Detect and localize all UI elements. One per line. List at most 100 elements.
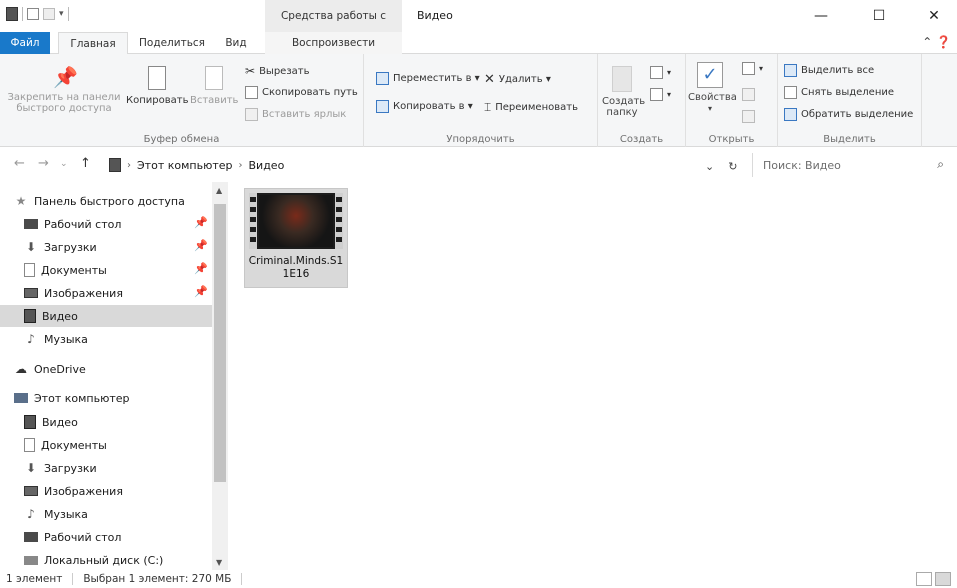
copy-to-button[interactable]: Копировать в ▾ [376,100,473,113]
status-bar: 1 элемент Выбран 1 элемент: 270 МБ [0,570,957,588]
search-input[interactable]: Поиск: Видео ⌕ [752,153,950,177]
nav-pc-music[interactable]: ♪ Музыка [0,503,212,525]
search-icon[interactable]: ⌕ [937,157,944,172]
tab-file[interactable]: Файл [0,32,50,54]
new-folder-qat-icon[interactable] [43,8,55,20]
move-to-button[interactable]: Переместить в ▾ [376,72,480,85]
breadcrumb-chevron-icon-2[interactable]: › [239,160,243,171]
address-bar[interactable]: › Этот компьютер › Видео [103,153,750,177]
nav-quick-access[interactable]: ★ Панель быстрого доступа [0,190,212,212]
nav-quick-videos[interactable]: Видео [0,305,212,327]
nav-onedrive[interactable]: ☁ OneDrive [0,358,212,380]
edit-button[interactable] [742,88,755,101]
select-none-button[interactable]: Снять выделение [784,86,894,99]
copy-path-label: Скопировать путь [262,87,358,98]
nav-pc-desktop-label: Рабочий стол [44,530,122,544]
nav-pc-pictures[interactable]: Изображения [0,480,212,502]
nav-quick-music[interactable]: ♪ Музыка [0,328,212,350]
ribbon: 📌 Закрепить на панели быстрого доступа К… [0,54,957,147]
easy-access-button[interactable]: ▾ [650,88,671,101]
film-strip-right [335,193,343,249]
history-button[interactable] [742,110,755,123]
close-button[interactable]: ✕ [911,0,957,32]
paste-button[interactable]: Вставить [190,66,238,106]
pin-icon[interactable]: 📌 [194,239,208,252]
up-arrow-icon[interactable]: ↑ [80,156,91,171]
document-icon [24,263,35,277]
nav-pc-music-label: Музыка [44,507,88,521]
cloud-icon: ☁ [15,362,27,376]
forward-arrow-icon[interactable]: → [38,156,49,171]
pin-icon[interactable]: 📌 [194,216,208,229]
nav-pc-downloads[interactable]: ⬇ Загрузки [0,457,212,479]
nav-pc-local-disk[interactable]: Локальный диск (C:) [0,549,212,570]
properties-qat-icon[interactable] [27,8,39,20]
copy-path-button[interactable]: Скопировать путь [245,86,358,99]
pin-icon: 📌 [53,65,78,89]
delete-button[interactable]: ✕ Удалить ▾ [484,72,551,87]
select-all-label: Выделить все [801,65,875,76]
new-item-button[interactable]: ▾ [650,66,671,79]
tab-play[interactable]: Воспроизвести [265,32,402,54]
paste-shortcut-button[interactable]: Вставить ярлык [245,108,346,121]
app-icon[interactable] [6,7,18,21]
breadcrumb-this-pc[interactable]: Этот компьютер [137,159,233,172]
download-icon: ⬇ [25,461,37,475]
nav-this-pc-label: Этот компьютер [34,391,130,405]
nav-quick-downloads[interactable]: ⬇ Загрузки 📌 [0,236,212,258]
breadcrumb-chevron-icon[interactable]: › [127,160,131,171]
large-icons-view-icon[interactable] [935,572,951,586]
recent-locations-chevron-icon[interactable]: ⌄ [60,159,68,169]
invert-selection-button[interactable]: Обратить выделение [784,108,913,121]
maximize-button[interactable]: ☐ [856,0,902,32]
tab-home[interactable]: Главная [58,32,128,55]
properties-button[interactable]: ✓ Свойства ▾ [688,62,737,114]
nav-quick-documents[interactable]: Документы 📌 [0,259,212,281]
customize-qat-icon[interactable]: ▾ [59,9,64,19]
refresh-icon[interactable]: ↻ [728,160,737,173]
new-folder-button[interactable]: Создать папку [602,66,645,118]
nav-pc-videos[interactable]: Видео [0,411,212,433]
copy-to-label: Копировать в ▾ [393,101,473,112]
copy-button[interactable]: Копировать [126,66,188,106]
select-all-icon [784,64,797,77]
minimize-button[interactable]: — [798,0,844,32]
nav-scrollbar[interactable]: ▲ ▼ [212,182,228,570]
scroll-up-icon[interactable]: ▲ [216,186,222,195]
pin-quick-access-button[interactable]: 📌 Закрепить на панели быстрого доступа [4,66,124,114]
open-button[interactable]: ▾ [742,62,763,75]
details-view-icon[interactable] [916,572,932,586]
back-arrow-icon[interactable]: ← [14,156,25,171]
nav-pc-desktop[interactable]: Рабочий стол [0,526,212,548]
file-item[interactable]: Criminal.Minds.S11E16 [244,188,348,288]
new-group-label: Создать [619,134,664,145]
open-icon [742,62,755,75]
select-all-button[interactable]: Выделить все [784,64,874,77]
nav-this-pc[interactable]: Этот компьютер [0,387,212,409]
music-icon: ♪ [27,507,35,521]
rename-button[interactable]: ⌶ Переименовать [484,100,578,115]
pin-icon[interactable]: 📌 [194,262,208,275]
tab-share[interactable]: Поделиться [134,32,210,54]
nav-onedrive-label: OneDrive [34,362,86,376]
breadcrumb-video[interactable]: Видео [249,159,285,172]
paste-icon [205,66,223,90]
download-icon: ⬇ [25,240,37,254]
nav-quick-pictures[interactable]: Изображения 📌 [0,282,212,304]
pin-icon[interactable]: 📌 [194,285,208,298]
scroll-down-icon[interactable]: ▼ [216,558,222,567]
document-icon [24,438,35,452]
video-icon [24,309,36,323]
nav-pc-documents[interactable]: Документы [0,434,212,456]
tab-view[interactable]: Вид [214,32,258,54]
address-dropdown-icon[interactable]: ⌄ [705,160,714,173]
pictures-icon [24,288,38,298]
help-icon[interactable]: ⌃ ❓ [922,35,951,49]
nav-quick-desktop[interactable]: Рабочий стол 📌 [0,213,212,235]
cut-button[interactable]: ✂ Вырезать [245,64,309,78]
desktop-icon [24,532,38,542]
properties-dropdown-icon: ▾ [707,104,712,113]
ribbon-tabs: Файл Главная Поделиться Вид Воспроизвест… [0,32,957,55]
nav-scrollbar-thumb[interactable] [214,204,226,482]
music-icon: ♪ [27,332,35,346]
